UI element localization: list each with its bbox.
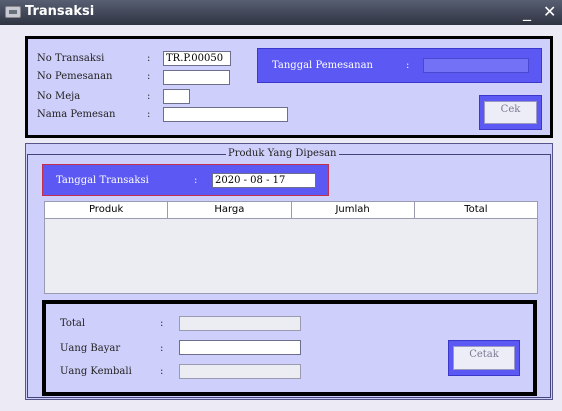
tanggal-transaksi-label: Tanggal Transaksi <box>56 175 149 186</box>
nama-pemesan-label: Nama Pemesan <box>37 109 116 120</box>
uang-bayar-label: Uang Bayar <box>60 343 121 354</box>
tanggal-transaksi-box: Tanggal Transaksi : 2020 - 08 - 17 <box>42 164 329 196</box>
colon: : <box>160 343 164 354</box>
product-group-title: Produk Yang Dipesan <box>226 148 339 159</box>
colon: : <box>406 60 410 71</box>
no-transaksi-field[interactable]: TR.P.00050 <box>163 51 231 66</box>
product-table-header: Produk Harga Jumlah Total <box>44 201 538 219</box>
colon: : <box>160 318 164 329</box>
column-header-harga[interactable]: Harga <box>168 202 292 218</box>
cetak-button[interactable]: Cetak <box>448 340 520 376</box>
nama-pemesan-field[interactable] <box>163 107 288 122</box>
no-transaksi-label: No Transaksi <box>37 53 105 64</box>
colon: : <box>194 175 198 186</box>
no-pemesanan-field[interactable] <box>163 70 230 85</box>
total-label: Total <box>60 318 86 329</box>
colon: : <box>147 71 151 82</box>
cetak-button-label: Cetak <box>453 346 515 370</box>
colon: : <box>147 53 151 64</box>
colon: : <box>147 109 151 120</box>
window-app-icon <box>5 6 21 18</box>
tanggal-transaksi-field[interactable]: 2020 - 08 - 17 <box>212 173 316 188</box>
tanggal-pemesanan-label: Tanggal Pemesanan <box>272 60 373 71</box>
column-header-jumlah[interactable]: Jumlah <box>292 202 415 218</box>
minimize-button[interactable]: _ <box>523 3 531 21</box>
tanggal-pemesanan-field <box>423 58 529 73</box>
no-pemesanan-label: No Pemesanan <box>37 71 113 82</box>
colon: : <box>160 366 164 377</box>
uang-kembali-field <box>179 364 301 379</box>
no-meja-field[interactable] <box>163 89 190 104</box>
colon: : <box>147 91 151 102</box>
cek-button-label: Cek <box>484 101 537 124</box>
column-header-produk[interactable]: Produk <box>45 202 169 218</box>
transaksi-window: Transaksi _ ✕ No Transaksi : TR.P.00050 … <box>0 0 562 411</box>
no-meja-label: No Meja <box>37 91 81 102</box>
title-bar[interactable]: Transaksi _ ✕ <box>0 0 562 25</box>
total-field <box>179 316 301 331</box>
window-title: Transaksi <box>25 4 95 19</box>
close-button[interactable]: ✕ <box>543 3 556 21</box>
column-header-total[interactable]: Total <box>415 202 537 218</box>
cek-button[interactable]: Cek <box>479 95 542 130</box>
product-table-body[interactable] <box>44 219 538 294</box>
tanggal-pemesanan-box: Tanggal Pemesanan : <box>257 48 542 83</box>
uang-kembali-label: Uang Kembali <box>60 366 132 377</box>
uang-bayar-field[interactable] <box>179 340 301 355</box>
